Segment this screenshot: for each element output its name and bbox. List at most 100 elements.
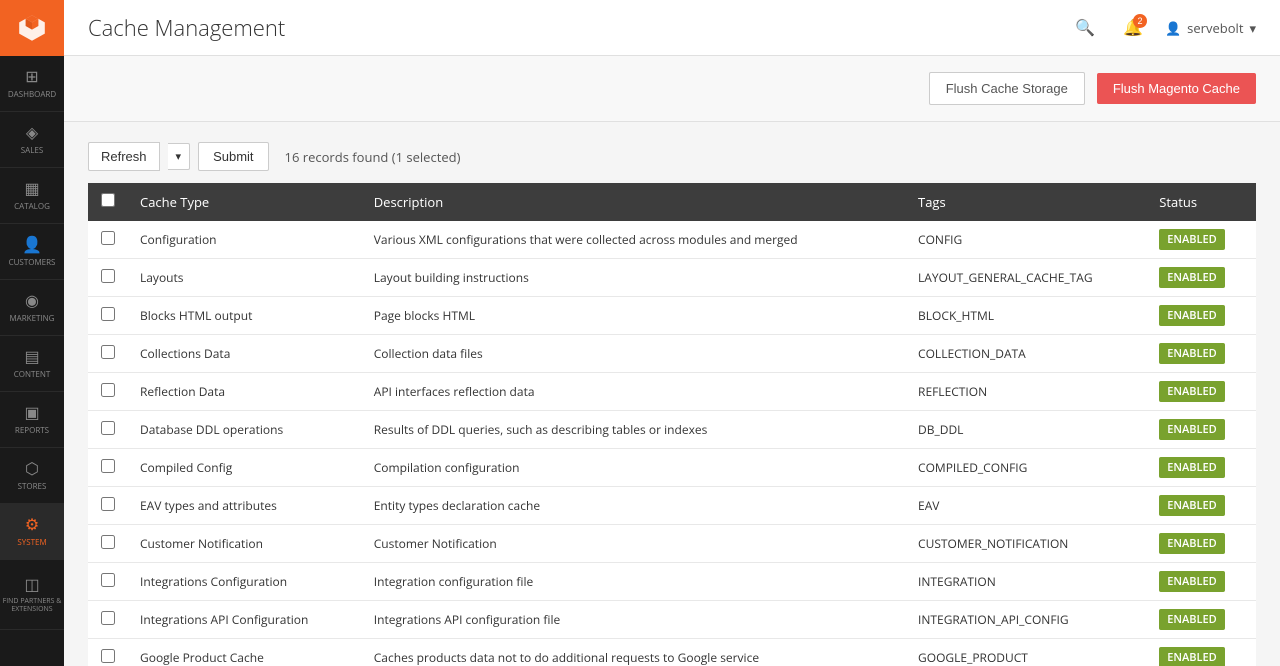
status-badge: ENABLED	[1159, 533, 1224, 554]
sidebar-item-dashboard[interactable]: ⊞ DASHBOARD	[0, 56, 64, 112]
refresh-dropdown-button[interactable]: ▾	[168, 143, 191, 170]
cache-type-cell: Configuration	[128, 221, 362, 259]
sidebar-item-catalog[interactable]: ▦ CATALOG	[0, 168, 64, 224]
content-icon: ▤	[24, 347, 39, 366]
status-cell: ENABLED	[1147, 449, 1256, 487]
tags-cell: EAV	[906, 487, 1147, 525]
row-checkbox-12[interactable]	[101, 649, 115, 663]
sales-icon: ◈	[26, 123, 38, 142]
table-row: Blocks HTML output Page blocks HTML BLOC…	[88, 297, 1256, 335]
tags-cell: COMPILED_CONFIG	[906, 449, 1147, 487]
records-info: 16 records found (1 selected)	[285, 148, 461, 166]
row-checkbox-cell	[88, 601, 128, 639]
sidebar-item-sales-label: SALES	[21, 146, 43, 156]
select-all-checkbox[interactable]	[101, 193, 115, 207]
status-cell: ENABLED	[1147, 639, 1256, 666]
row-checkbox-7[interactable]	[101, 459, 115, 473]
sidebar-item-find-partners[interactable]: ◫ FIND PARTNERS & EXTENSIONS	[0, 560, 64, 630]
cache-type-cell: Collections Data	[128, 335, 362, 373]
tags-cell: BLOCK_HTML	[906, 297, 1147, 335]
sidebar-item-content[interactable]: ▤ CONTENT	[0, 336, 64, 392]
row-checkbox-cell	[88, 373, 128, 411]
status-cell: ENABLED	[1147, 563, 1256, 601]
row-checkbox-10[interactable]	[101, 573, 115, 587]
sidebar: ⊞ DASHBOARD ◈ SALES ▦ CATALOG 👤 CUSTOMER…	[0, 0, 64, 666]
table-row: Integrations API Configuration Integrati…	[88, 601, 1256, 639]
description-cell: Customer Notification	[362, 525, 906, 563]
toolbar: Refresh ▾ Submit 16 records found (1 sel…	[88, 142, 1256, 171]
sidebar-item-marketing[interactable]: ◉ MARKETING	[0, 280, 64, 336]
description-cell: Integrations API configuration file	[362, 601, 906, 639]
tags-column-header: Tags	[906, 183, 1147, 221]
status-cell: ENABLED	[1147, 487, 1256, 525]
select-all-column	[88, 183, 128, 221]
flush-magento-cache-button[interactable]: Flush Magento Cache	[1097, 73, 1256, 104]
sidebar-item-sales[interactable]: ◈ SALES	[0, 112, 64, 168]
status-badge: ENABLED	[1159, 419, 1224, 440]
cache-type-cell: Compiled Config	[128, 449, 362, 487]
user-menu[interactable]: 👤 servebolt ▾	[1165, 19, 1256, 37]
description-cell: Caches products data not to do additiona…	[362, 639, 906, 666]
cache-type-column-header: Cache Type	[128, 183, 362, 221]
status-badge: ENABLED	[1159, 647, 1224, 666]
row-checkbox-3[interactable]	[101, 307, 115, 321]
row-checkbox-cell	[88, 449, 128, 487]
status-badge: ENABLED	[1159, 267, 1224, 288]
row-checkbox-cell	[88, 487, 128, 525]
cache-type-cell: Google Product Cache	[128, 639, 362, 666]
content-area: Refresh ▾ Submit 16 records found (1 sel…	[64, 122, 1280, 666]
tags-cell: LAYOUT_GENERAL_CACHE_TAG	[906, 259, 1147, 297]
notifications-button[interactable]: 🔔 2	[1117, 12, 1149, 44]
cache-type-cell: Integrations Configuration	[128, 563, 362, 601]
row-checkbox-9[interactable]	[101, 535, 115, 549]
table-row: Compiled Config Compilation configuratio…	[88, 449, 1256, 487]
row-checkbox-cell	[88, 525, 128, 563]
logo[interactable]	[0, 0, 64, 56]
table-row: Reflection Data API interfaces reflectio…	[88, 373, 1256, 411]
user-name: servebolt	[1187, 19, 1243, 37]
sidebar-item-customers-label: CUSTOMERS	[9, 258, 56, 268]
sidebar-item-stores-label: STORES	[18, 482, 47, 492]
row-checkbox-2[interactable]	[101, 269, 115, 283]
header-right: 🔍 🔔 2 👤 servebolt ▾	[1069, 12, 1256, 44]
table-row: Customer Notification Customer Notificat…	[88, 525, 1256, 563]
row-checkbox-cell	[88, 335, 128, 373]
sidebar-item-system[interactable]: ⚙ SYSTEM	[0, 504, 64, 560]
submit-button[interactable]: Submit	[198, 142, 268, 171]
cache-type-cell: Reflection Data	[128, 373, 362, 411]
tags-cell: DB_DDL	[906, 411, 1147, 449]
description-cell: API interfaces reflection data	[362, 373, 906, 411]
status-badge: ENABLED	[1159, 343, 1224, 364]
customers-icon: 👤	[22, 235, 42, 254]
search-icon: 🔍	[1075, 18, 1095, 38]
table-row: Configuration Various XML configurations…	[88, 221, 1256, 259]
description-cell: Various XML configurations that were col…	[362, 221, 906, 259]
row-checkbox-5[interactable]	[101, 383, 115, 397]
row-checkbox-1[interactable]	[101, 231, 115, 245]
row-checkbox-11[interactable]	[101, 611, 115, 625]
status-badge: ENABLED	[1159, 609, 1224, 630]
status-cell: ENABLED	[1147, 373, 1256, 411]
status-cell: ENABLED	[1147, 525, 1256, 563]
flush-cache-storage-button[interactable]: Flush Cache Storage	[929, 72, 1085, 105]
refresh-button[interactable]: Refresh	[88, 142, 160, 171]
row-checkbox-cell	[88, 411, 128, 449]
table-header-row: Cache Type Description Tags Status	[88, 183, 1256, 221]
main-content: Cache Management 🔍 🔔 2 👤 servebolt ▾ Flu…	[64, 0, 1280, 666]
table-row: Integrations Configuration Integration c…	[88, 563, 1256, 601]
sidebar-item-system-label: SYSTEM	[17, 538, 46, 548]
table-row: Database DDL operations Results of DDL q…	[88, 411, 1256, 449]
row-checkbox-4[interactable]	[101, 345, 115, 359]
status-badge: ENABLED	[1159, 495, 1224, 516]
sidebar-item-stores[interactable]: ⬡ STORES	[0, 448, 64, 504]
notifications-badge: 2	[1133, 14, 1147, 28]
sidebar-item-reports[interactable]: ▣ REPORTS	[0, 392, 64, 448]
search-button[interactable]: 🔍	[1069, 12, 1101, 44]
dashboard-icon: ⊞	[25, 67, 38, 86]
description-cell: Entity types declaration cache	[362, 487, 906, 525]
sidebar-item-customers[interactable]: 👤 CUSTOMERS	[0, 224, 64, 280]
row-checkbox-8[interactable]	[101, 497, 115, 511]
user-dropdown-icon: ▾	[1249, 19, 1256, 37]
status-cell: ENABLED	[1147, 335, 1256, 373]
row-checkbox-6[interactable]	[101, 421, 115, 435]
